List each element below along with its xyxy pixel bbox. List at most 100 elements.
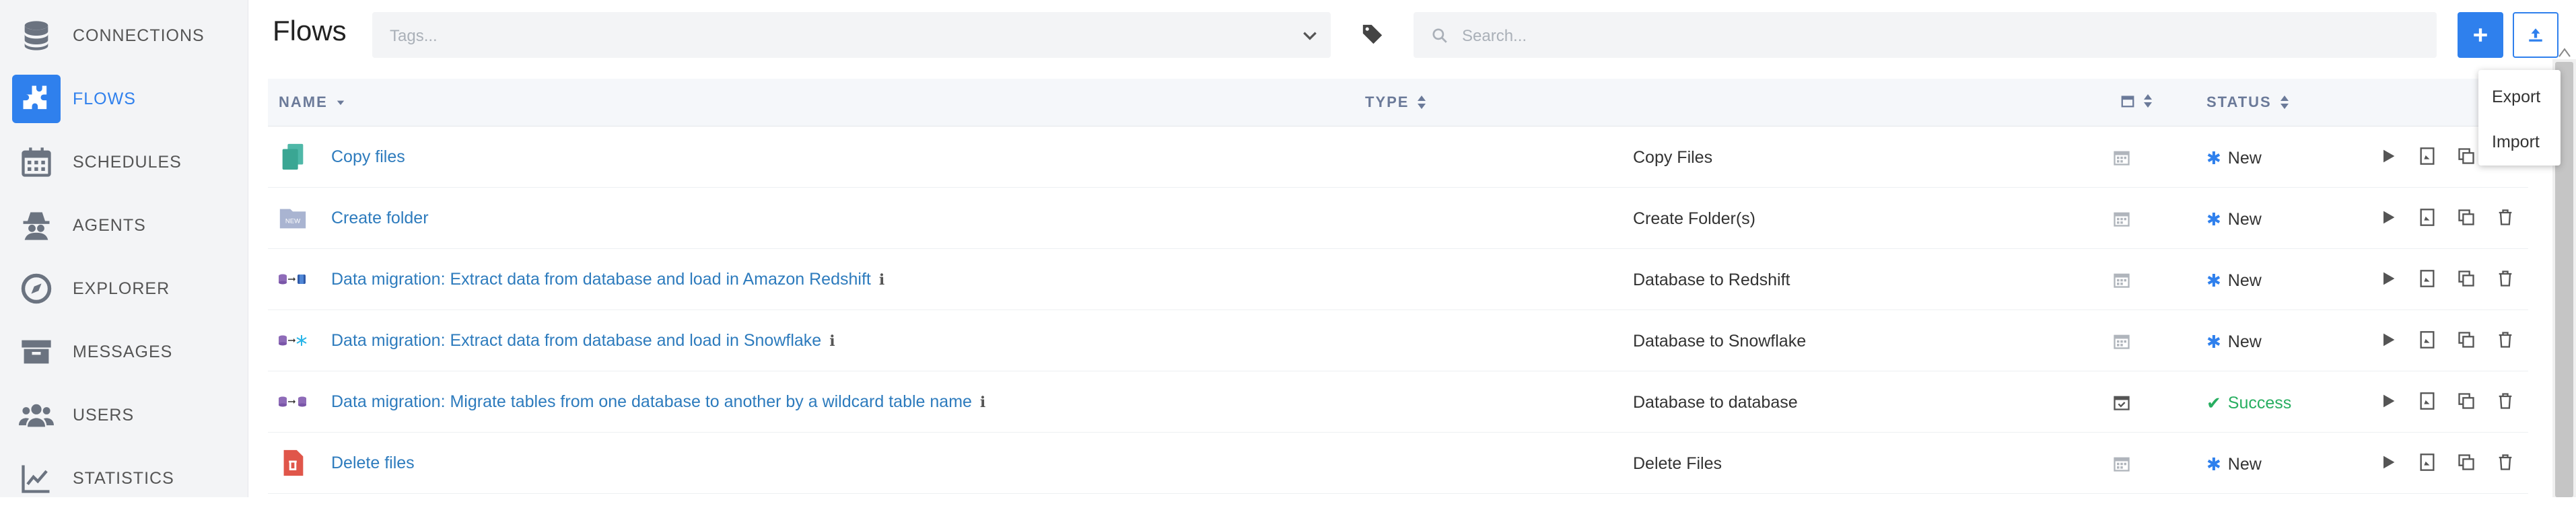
- duplicate-icon[interactable]: [2457, 330, 2476, 349]
- sidebar-item-label: EXPLORER: [73, 279, 170, 298]
- calendar-icon: [12, 138, 61, 186]
- tags-icon[interactable]: [1361, 23, 1384, 46]
- add-flow-button[interactable]: [2458, 12, 2503, 58]
- duplicate-icon[interactable]: [2457, 392, 2476, 410]
- menu-item-export[interactable]: Export: [2492, 87, 2540, 107]
- sidebar-item-users[interactable]: USERS: [0, 384, 248, 447]
- calendar-icon[interactable]: [2112, 148, 2131, 167]
- sidebar-item-messages[interactable]: MESSAGES: [0, 320, 248, 384]
- run-icon[interactable]: [2379, 330, 2398, 349]
- import-export-button[interactable]: [2513, 12, 2558, 58]
- flow-name-link[interactable]: Copy files: [331, 147, 405, 167]
- info-icon[interactable]: ℹ: [980, 394, 985, 411]
- asterisk-icon: ✱: [2206, 454, 2221, 474]
- duplicate-icon[interactable]: [2457, 453, 2476, 472]
- sort-icon: [2144, 94, 2152, 108]
- db-to-redshift-icon: [279, 274, 306, 285]
- sidebar-item-statistics[interactable]: STATISTICS: [0, 447, 248, 510]
- puzzle-icon: [12, 75, 61, 123]
- column-header-name[interactable]: NAME: [279, 94, 345, 111]
- sort-desc-icon: [337, 100, 345, 106]
- run-icon[interactable]: [2379, 147, 2398, 166]
- column-header-label: TYPE: [1365, 94, 1409, 110]
- search-input[interactable]: Search...: [1462, 27, 1527, 46]
- calendar-icon[interactable]: [2112, 270, 2131, 289]
- sort-icon: [2280, 96, 2289, 109]
- menu-item-import[interactable]: Import: [2492, 133, 2540, 152]
- flow-type: Delete Files: [1633, 454, 1722, 473]
- edit-icon[interactable]: [2418, 453, 2437, 472]
- status-badge: ✱ New: [2206, 148, 2262, 169]
- trash-icon[interactable]: [2496, 330, 2515, 349]
- column-header-type[interactable]: TYPE: [1365, 94, 1426, 111]
- duplicate-icon[interactable]: [2457, 269, 2476, 288]
- table-row[interactable]: Delete files Delete Files ✱ New: [268, 433, 2528, 494]
- edit-icon[interactable]: [2418, 330, 2437, 349]
- sidebar-item-label: FLOWS: [73, 89, 136, 108]
- status-text: New: [2227, 455, 2262, 474]
- run-icon[interactable]: [2379, 269, 2398, 288]
- trash-icon[interactable]: [2496, 208, 2515, 227]
- flow-type: Create Folder(s): [1633, 209, 1755, 228]
- table-row[interactable]: Data migration: Extract data from databa…: [268, 310, 2528, 371]
- trash-icon[interactable]: [2496, 453, 2515, 472]
- table-row[interactable]: Data migration: Migrate tables from one …: [268, 371, 2528, 433]
- search-box[interactable]: Search...: [1414, 12, 2437, 58]
- trash-icon[interactable]: [2496, 269, 2515, 288]
- sidebar-item-agents[interactable]: AGENTS: [0, 194, 248, 257]
- table-row[interactable]: Copy files Copy Files ✱ New: [268, 126, 2528, 188]
- flow-name-link[interactable]: Create folder: [331, 209, 429, 228]
- flow-type: Database to Snowflake: [1633, 332, 1807, 351]
- sidebar-item-explorer[interactable]: EXPLORER: [0, 257, 248, 320]
- run-icon[interactable]: [2379, 392, 2398, 410]
- sidebar-item-label: AGENTS: [73, 215, 146, 235]
- flow-name-link[interactable]: Delete files: [331, 453, 415, 473]
- run-icon[interactable]: [2379, 208, 2398, 227]
- edit-icon[interactable]: [2418, 147, 2437, 166]
- edit-icon[interactable]: [2418, 269, 2437, 288]
- asterisk-icon: ✱: [2206, 209, 2221, 229]
- duplicate-icon[interactable]: [2457, 147, 2476, 166]
- delete-files-icon: [283, 449, 304, 476]
- duplicate-icon[interactable]: [2457, 208, 2476, 227]
- sidebar-item-flows[interactable]: FLOWS: [0, 67, 248, 131]
- calendar-icon[interactable]: [2112, 454, 2131, 473]
- flow-type: Copy Files: [1633, 148, 1713, 167]
- info-icon[interactable]: ℹ: [879, 271, 884, 289]
- table-row[interactable]: Data migration: Extract data from databa…: [268, 249, 2528, 310]
- status-badge: ✱ New: [2206, 454, 2262, 475]
- archive-box-icon: [12, 328, 61, 376]
- edit-icon[interactable]: [2418, 208, 2437, 227]
- column-header-date[interactable]: [2112, 94, 2153, 108]
- compass-icon: [12, 264, 61, 313]
- page-title: Flows: [273, 15, 347, 46]
- sidebar-item-label: SCHEDULES: [73, 152, 182, 172]
- sidebar-item-schedules[interactable]: SCHEDULES: [0, 131, 248, 194]
- status-badge: ✔ Success: [2206, 393, 2291, 414]
- sidebar-item-connections[interactable]: CONNECTIONS: [0, 4, 248, 67]
- calendar-icon[interactable]: [2112, 332, 2131, 351]
- db-to-db-icon: [279, 396, 306, 407]
- column-header-status[interactable]: STATUS: [2206, 94, 2289, 111]
- calendar-icon: [2121, 96, 2134, 108]
- status-badge: ✱ New: [2206, 332, 2262, 353]
- status-text: New: [2227, 332, 2262, 351]
- trash-icon[interactable]: [2496, 392, 2515, 410]
- tags-select[interactable]: Tags...: [372, 12, 1331, 58]
- edit-icon[interactable]: [2418, 392, 2437, 410]
- flow-name-link[interactable]: Data migration: Migrate tables from one …: [331, 392, 985, 412]
- asterisk-icon: ✱: [2206, 332, 2221, 352]
- flow-name-link[interactable]: Data migration: Extract data from databa…: [331, 331, 835, 351]
- calendar-check-icon[interactable]: [2112, 393, 2131, 412]
- info-icon[interactable]: ℹ: [829, 332, 835, 350]
- status-text: Success: [2227, 394, 2292, 412]
- status-text: New: [2227, 271, 2262, 290]
- table-row[interactable]: NEW Create folder Create Folder(s) ✱ New: [268, 188, 2528, 249]
- scroll-up-arrow-icon[interactable]: [2558, 47, 2571, 58]
- search-icon: [1432, 28, 1447, 43]
- calendar-icon[interactable]: [2112, 209, 2131, 228]
- run-icon[interactable]: [2379, 453, 2398, 472]
- flow-name-link[interactable]: Data migration: Extract data from databa…: [331, 270, 884, 289]
- flow-name-text: Data migration: Migrate tables from one …: [331, 392, 972, 411]
- flow-name-text: Data migration: Extract data from databa…: [331, 270, 871, 289]
